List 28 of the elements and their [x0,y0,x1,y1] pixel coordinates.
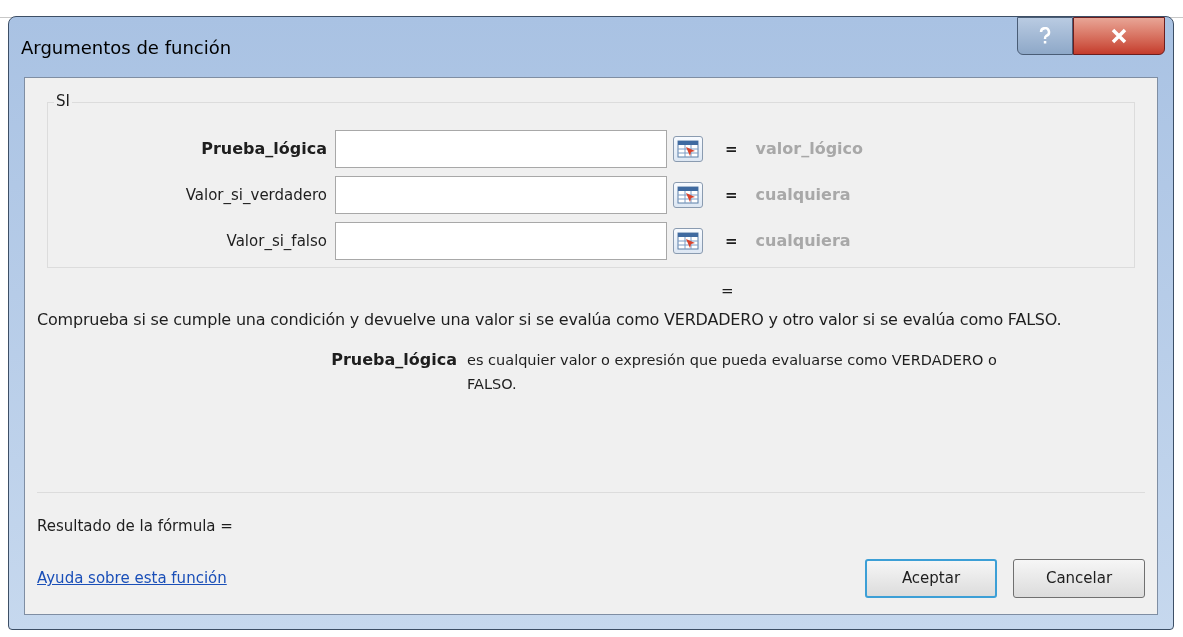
argument-result: cualquiera [755,184,851,206]
argument-field[interactable] [335,130,667,168]
dialog-button[interactable]: Cancelar [1013,559,1145,598]
argument-field[interactable] [335,222,667,260]
argument-result: cualquiera [755,230,851,252]
close-icon [1111,28,1127,44]
collapse-dialog-button[interactable] [673,182,703,208]
close-button[interactable] [1073,17,1165,55]
collapse-dialog-button[interactable] [673,136,703,162]
help-button[interactable] [1017,17,1073,55]
argument-label: Valor_si_verdadero [184,184,328,206]
equals-sign: = [725,184,738,206]
argument-help-text: es cualquier valor o expresión que pueda evaluarse como VERDADERO o FALSO. [467,351,998,394]
equals-sign: = [725,230,738,252]
window-title: Argumentos de función [21,35,232,60]
argument-label: Valor_si_falso [225,230,328,252]
function-result: = [721,280,734,302]
argument-label: Prueba_lógica [200,138,328,160]
argument-help-name: Prueba_lógica [330,349,457,371]
equals-sign: = [725,138,738,160]
collapse-dialog-button[interactable] [673,228,703,254]
argument-result: valor_lógico [755,138,864,160]
function-description: Comprueba si se cumple una condición y devuelve una valor si se evalúa como VERDADERO y otro valor si se evalúa como FALSO. [37,309,1063,331]
dialog-button[interactable]: Aceptar [865,559,997,598]
help-link[interactable]: Ayuda sobre esta función [37,567,227,590]
argument-field[interactable] [335,176,667,214]
formula-result: Resultado de la fórmula = [37,515,234,537]
question-mark-icon [1039,27,1051,45]
